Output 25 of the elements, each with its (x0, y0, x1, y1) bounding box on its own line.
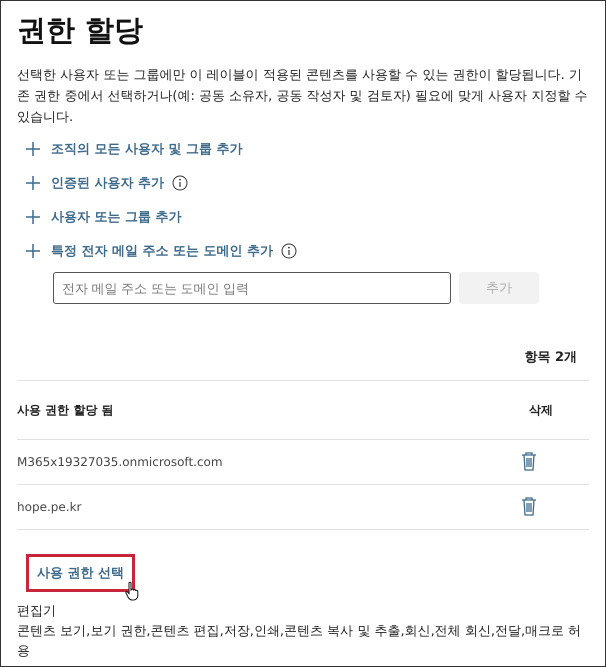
delete-button[interactable] (519, 451, 539, 473)
table-cell-text: M365x19327035.onmicrosoft.com (17, 455, 224, 469)
description-text: 선택한 사용자 또는 그룹에만 이 레이블이 적용된 콘텐츠를 사용할 수 있는 권한이 할당됩니다. 기존 권한 중에서 선택하거나(예: 공동 소유자, 공동 작성자 및 검토자) 필요에 맞게 사용자 지정할 수 있습니다. (17, 67, 589, 127)
add-action-link[interactable]: 조직의 모든 사용자 및 그룹 추가 (25, 140, 243, 158)
delete-button[interactable] (519, 496, 539, 518)
table-cell-text: hope.pe.kr (17, 500, 82, 514)
role-name: 편집기 (17, 603, 57, 621)
trash-icon (521, 496, 537, 516)
plus-icon (25, 243, 41, 259)
page-title: 권한 할당 (17, 12, 144, 49)
column-header: 삭제 (529, 402, 554, 418)
email-input-field[interactable]: 전자 메일 주소 또는 도메인 입력 (53, 272, 451, 304)
add-action-link[interactable]: 특정 전자 메일 주소 또는 도메인 추가 (25, 242, 274, 260)
plus-icon (25, 141, 41, 157)
item-count: 항목 2개 (524, 349, 577, 366)
add-action-link[interactable]: 사용자 또는 그룹 추가 (25, 208, 182, 226)
add-action-link[interactable]: 인증된 사용자 추가 (25, 174, 164, 192)
plus-icon (25, 175, 41, 191)
hand-cursor-icon (124, 581, 140, 601)
trash-icon (521, 451, 537, 471)
permission-list-text: 콘텐츠 보기,보기 권한,콘텐츠 편집,저장,인쇄,콘텐츠 복사 및 추출,회신,전체 회신,전달,매크로 허용 (17, 623, 582, 661)
info-icon[interactable] (281, 243, 298, 259)
column-header: 사용 권한 할당 됨 (17, 402, 115, 418)
plus-icon (25, 209, 41, 225)
info-icon[interactable] (172, 175, 188, 191)
